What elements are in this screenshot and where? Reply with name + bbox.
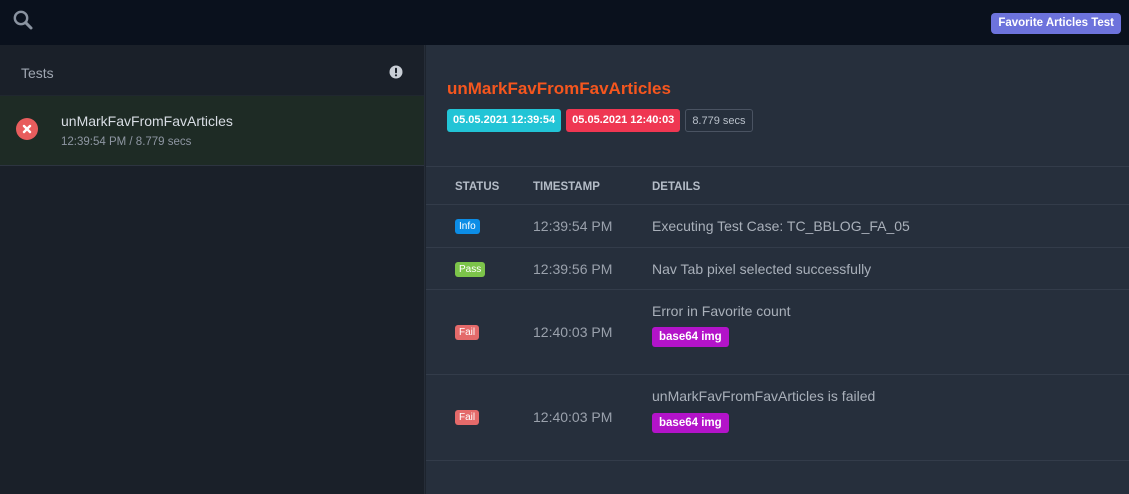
log-timestamp: 12:39:54 PM <box>533 218 613 234</box>
log-table: STATUS TIMESTAMP DETAILS Info 12:39:54 P… <box>426 166 1129 461</box>
test-item-meta: 12:39:54 PM / 8.779 secs <box>61 136 192 148</box>
test-list-header: Tests <box>0 45 424 96</box>
test-list-title: Tests <box>21 65 54 81</box>
base64-image-link[interactable]: base64 img <box>652 327 729 347</box>
base64-image-link[interactable]: base64 img <box>652 413 729 433</box>
suite-name-badge: Favorite Articles Test <box>991 13 1121 34</box>
end-time-badge: 05.05.2021 12:40:03 <box>566 109 681 132</box>
log-details: Nav Tab pixel selected successfully <box>652 261 872 277</box>
top-navbar: Favorite Articles Test <box>0 0 1129 45</box>
log-details: Error in Favorite count <box>652 303 791 319</box>
table-row: Fail 12:40:03 PM unMarkFavFromFavArticle… <box>426 375 1129 461</box>
test-item-name: unMarkFavFromFavArticles <box>61 113 233 129</box>
log-timestamp: 12:40:03 PM <box>533 409 613 425</box>
status-badge: Info <box>455 219 480 234</box>
log-details: Executing Test Case: TC_BBLOG_FA_05 <box>652 218 910 234</box>
start-time-badge: 05.05.2021 12:39:54 <box>447 109 562 132</box>
log-timestamp: 12:39:56 PM <box>533 261 613 277</box>
duration-badge: 8.779 secs <box>685 109 753 132</box>
exclamation-circle-icon[interactable] <box>389 65 403 79</box>
log-table-header: STATUS TIMESTAMP DETAILS <box>426 166 1129 205</box>
status-badge: Fail <box>455 410 480 425</box>
test-list-panel: Tests unMarkFavFromFavArticles 12:39:54 … <box>0 45 425 494</box>
table-row: Info 12:39:54 PM Executing Test Case: TC… <box>426 205 1129 248</box>
status-badge: Fail <box>455 325 480 340</box>
search-icon[interactable] <box>12 9 34 31</box>
table-row: Pass 12:39:56 PM Nav Tab pixel selected … <box>426 248 1129 290</box>
table-row: Fail 12:40:03 PM Error in Favorite count… <box>426 290 1129 375</box>
column-header-timestamp: TIMESTAMP <box>533 181 600 193</box>
test-time-badges: 05.05.2021 12:39:54 05.05.2021 12:40:03 … <box>447 109 753 132</box>
status-badge: Pass <box>455 262 486 277</box>
test-list-item[interactable]: unMarkFavFromFavArticles 12:39:54 PM / 8… <box>0 96 424 166</box>
test-detail-panel: unMarkFavFromFavArticles 05.05.2021 12:3… <box>426 45 1129 494</box>
column-header-details: DETAILS <box>652 181 701 193</box>
test-detail-title: unMarkFavFromFavArticles <box>447 79 671 98</box>
log-details: unMarkFavFromFavArticles is failed <box>652 388 876 404</box>
log-timestamp: 12:40:03 PM <box>533 324 613 340</box>
column-header-status: STATUS <box>455 181 500 193</box>
fail-circle-icon <box>16 118 38 140</box>
